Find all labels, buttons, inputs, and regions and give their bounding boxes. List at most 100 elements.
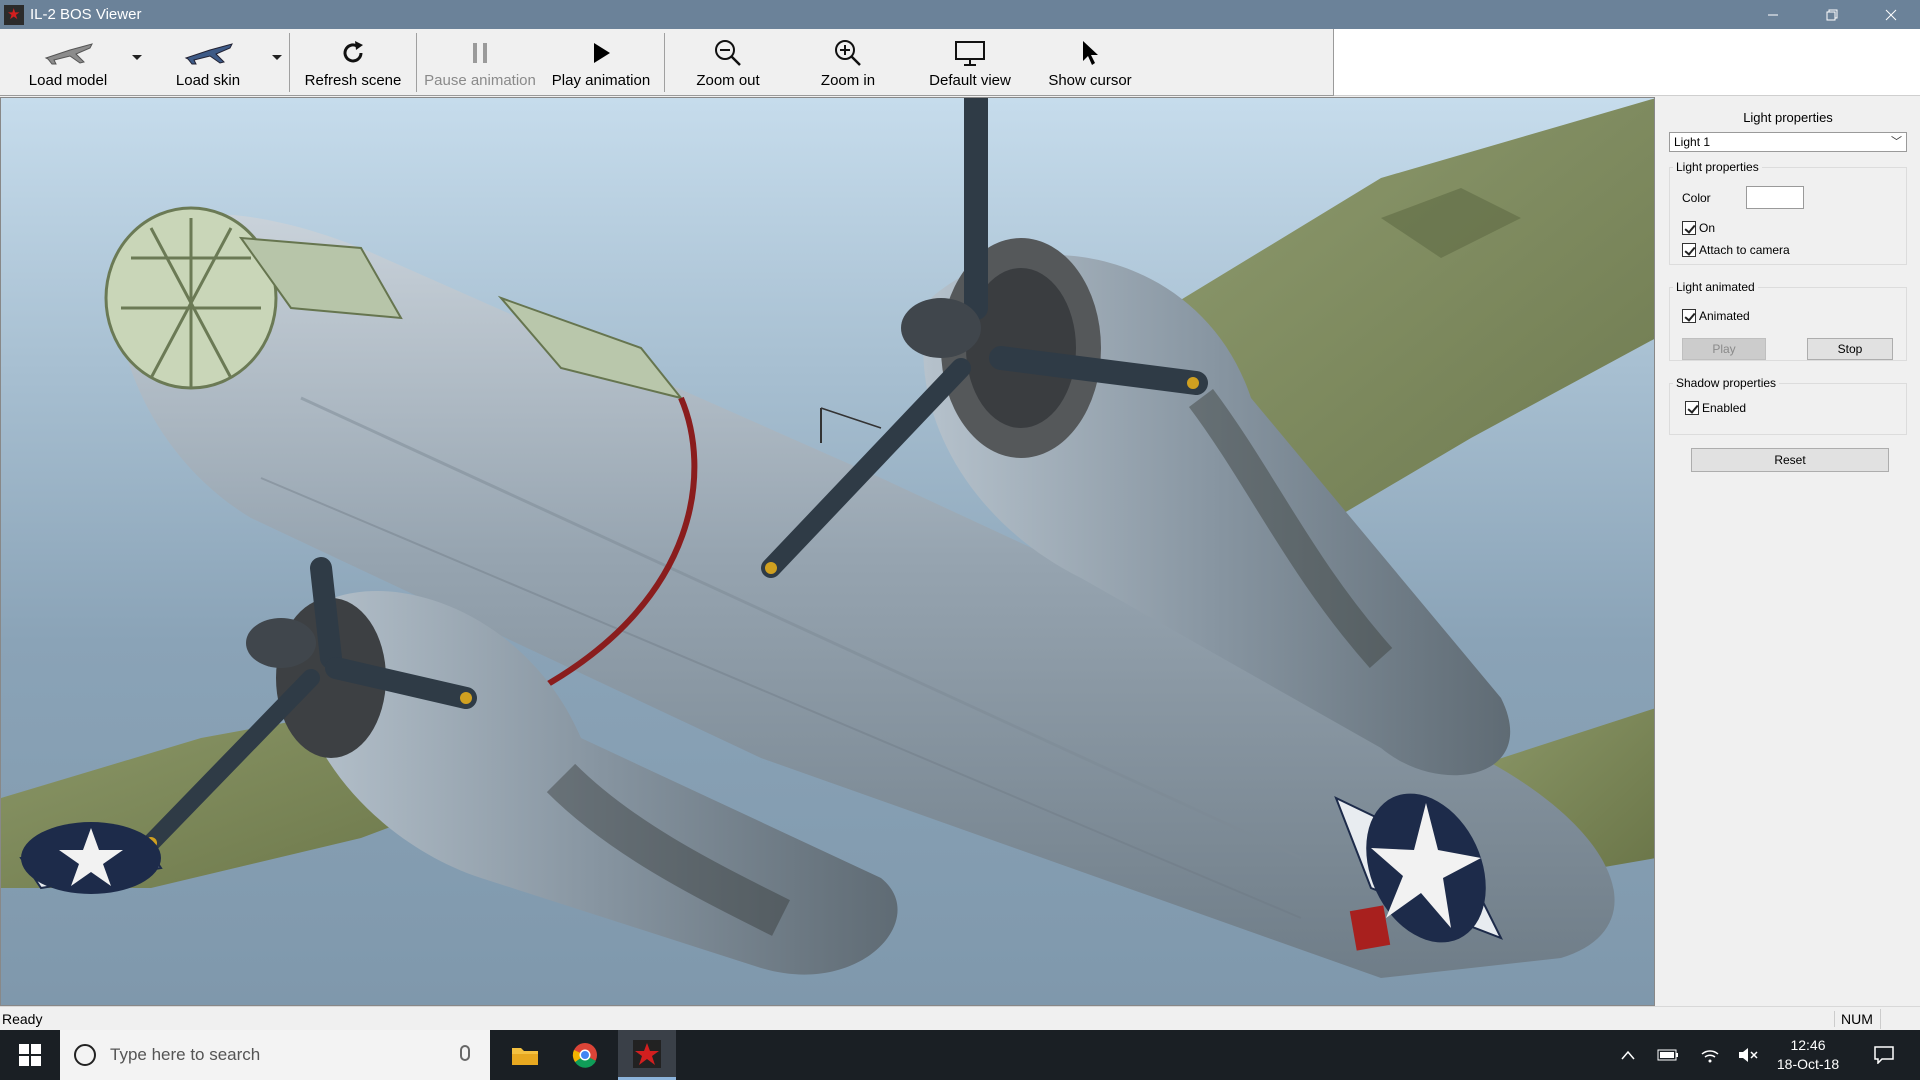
- zoom-out-label: Zoom out: [696, 72, 760, 89]
- taskbar-clock[interactable]: 12:46 18-Oct-18: [1766, 1036, 1850, 1074]
- color-swatch[interactable]: [1746, 186, 1804, 209]
- refresh-scene-button[interactable]: Refresh scene: [300, 29, 406, 96]
- chevron-up-icon: [1621, 1050, 1635, 1060]
- airplane-icon: [40, 36, 96, 70]
- play-button[interactable]: Play: [1682, 338, 1766, 360]
- on-label: On: [1699, 221, 1716, 235]
- taskbar-search[interactable]: Type here to search: [60, 1030, 490, 1080]
- toolbar-separator: [416, 33, 417, 92]
- chevron-down-icon: ﹀: [1891, 136, 1902, 148]
- refresh-scene-label: Refresh scene: [304, 72, 402, 89]
- battery-tray-button[interactable]: [1656, 1030, 1680, 1080]
- checkbox-checked-icon: [1682, 243, 1696, 257]
- title-bar: IL-2 BOS Viewer: [0, 0, 1920, 29]
- play-animation-label: Play animation: [551, 72, 651, 89]
- taskbar: Type here to search 12:46 18-Oct-18: [0, 1030, 1920, 1080]
- load-skin-label: Load skin: [175, 72, 241, 89]
- file-explorer-taskbar-button[interactable]: [496, 1030, 554, 1080]
- checkbox-checked-icon: [1682, 309, 1696, 323]
- wifi-icon: [1701, 1050, 1719, 1063]
- stop-button[interactable]: Stop: [1807, 338, 1893, 360]
- close-button[interactable]: [1861, 0, 1920, 29]
- animated-checkbox[interactable]: Animated: [1682, 309, 1750, 323]
- num-lock-indicator: NUM: [1834, 1011, 1880, 1027]
- toolbar-separator: [289, 33, 290, 92]
- monitor-icon: [954, 36, 986, 70]
- attach-to-camera-checkbox[interactable]: Attach to camera: [1682, 243, 1790, 257]
- minimize-icon: [1767, 14, 1778, 15]
- status-bar: Ready NUM: [0, 1006, 1920, 1030]
- animated-label: Animated: [1699, 309, 1750, 323]
- microphone-icon[interactable]: [460, 1045, 470, 1061]
- clock-time: 12:46: [1790, 1037, 1826, 1053]
- action-center-button[interactable]: [1864, 1030, 1904, 1080]
- toolbar-separator: [664, 33, 665, 92]
- minimize-button[interactable]: [1743, 0, 1802, 29]
- refresh-icon: [339, 36, 367, 70]
- default-view-label: Default view: [929, 72, 1011, 89]
- pause-icon: [470, 36, 490, 70]
- close-icon: [1885, 9, 1896, 20]
- battery-icon: [1657, 1049, 1678, 1061]
- start-button[interactable]: [0, 1030, 60, 1080]
- default-view-button[interactable]: Default view: [920, 29, 1020, 96]
- light-select[interactable]: Light 1 ﹀: [1669, 132, 1907, 152]
- 3d-viewport[interactable]: [0, 97, 1655, 1006]
- show-cursor-button[interactable]: Show cursor: [1040, 29, 1140, 96]
- windows-logo-icon: [19, 1044, 41, 1066]
- restore-button[interactable]: [1802, 0, 1861, 29]
- cursor-icon: [1080, 36, 1100, 70]
- load-model-button[interactable]: Load model: [20, 29, 116, 96]
- restore-icon: [1826, 9, 1837, 20]
- window-controls: [1743, 0, 1920, 29]
- panel-title: Light properties: [1743, 110, 1833, 125]
- status-grip: [1880, 1009, 1920, 1029]
- cortana-icon: [74, 1044, 96, 1066]
- load-skin-button[interactable]: Load skin: [160, 29, 256, 96]
- play-animation-button[interactable]: Play animation: [546, 29, 656, 96]
- load-model-label: Load model: [28, 72, 108, 89]
- load-model-dropdown-icon[interactable]: [132, 55, 142, 60]
- chrome-taskbar-button[interactable]: [556, 1030, 614, 1080]
- light-properties-group-label: Light properties: [1673, 160, 1762, 174]
- checkbox-checked-icon: [1682, 221, 1696, 235]
- pause-animation-label: Pause animation: [424, 72, 536, 89]
- aircraft-render: [1, 98, 1654, 978]
- window-title: IL-2 BOS Viewer: [30, 6, 142, 23]
- toolbar: Load model Load skin Refresh scene Pause…: [0, 29, 1334, 96]
- toolbar-empty-area: [1334, 29, 1920, 96]
- reset-button[interactable]: Reset: [1691, 448, 1889, 472]
- il2-star-icon: [633, 1039, 661, 1068]
- shadow-properties-group-label: Shadow properties: [1673, 376, 1780, 390]
- speaker-muted-icon: [1739, 1048, 1758, 1062]
- zoom-out-button[interactable]: Zoom out: [680, 29, 776, 96]
- show-cursor-label: Show cursor: [1048, 72, 1132, 89]
- painted-airplane-icon: [180, 36, 236, 70]
- show-hidden-icons-button[interactable]: [1616, 1030, 1640, 1080]
- app-star-icon: [4, 4, 24, 25]
- attach-to-camera-label: Attach to camera: [1699, 243, 1790, 257]
- notification-icon: [1874, 1046, 1894, 1064]
- color-label: Color: [1682, 191, 1711, 205]
- checkbox-checked-icon: [1685, 401, 1699, 415]
- zoom-in-label: Zoom in: [820, 72, 876, 89]
- play-icon: [591, 36, 611, 70]
- zoom-in-icon: [833, 36, 863, 70]
- chrome-icon: [572, 1043, 597, 1068]
- on-checkbox[interactable]: On: [1682, 221, 1715, 235]
- il2-viewer-taskbar-button[interactable]: [618, 1030, 676, 1080]
- zoom-in-button[interactable]: Zoom in: [800, 29, 896, 96]
- shadow-enabled-checkbox[interactable]: Enabled: [1685, 401, 1746, 415]
- pause-animation-button[interactable]: Pause animation: [420, 29, 540, 96]
- network-tray-button[interactable]: [1698, 1030, 1722, 1080]
- search-placeholder: Type here to search: [110, 1045, 261, 1064]
- folder-icon: [512, 1048, 538, 1065]
- load-skin-dropdown-icon[interactable]: [272, 55, 282, 60]
- shadow-enabled-label: Enabled: [1702, 401, 1747, 415]
- clock-date: 18-Oct-18: [1776, 1056, 1840, 1072]
- status-text: Ready: [2, 1011, 43, 1027]
- volume-tray-button[interactable]: [1736, 1030, 1760, 1080]
- light-animated-group-label: Light animated: [1673, 280, 1758, 294]
- light-select-value: Light 1: [1674, 135, 1711, 149]
- zoom-out-icon: [713, 36, 743, 70]
